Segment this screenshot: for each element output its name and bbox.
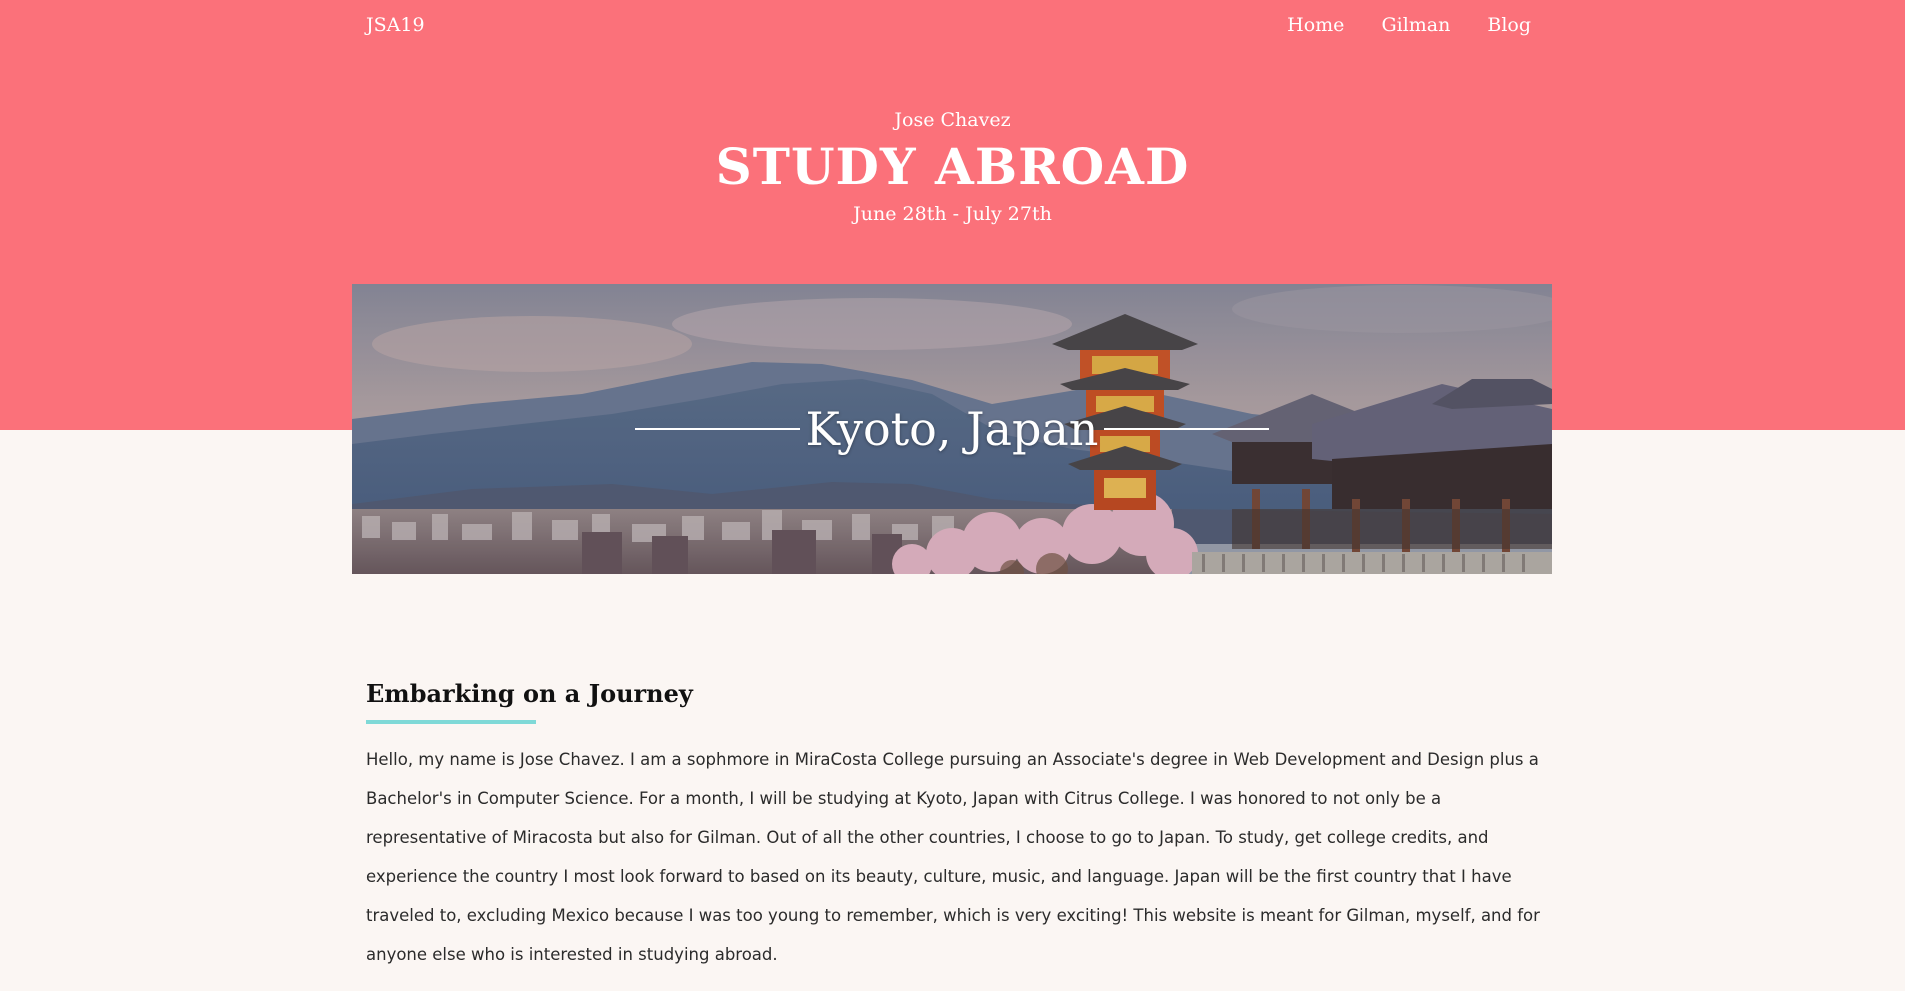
caption-rule-right: [1104, 428, 1270, 430]
page-title: STUDY ABROAD: [715, 137, 1190, 196]
page-header: Jose Chavez STUDY ABROAD June 28th - Jul…: [0, 106, 1905, 228]
intro-paragraph: Hello, my name is Jose Chavez. I am a so…: [366, 750, 1540, 964]
intro-section: Embarking on a Journey Hello, my name is…: [366, 676, 1546, 991]
location-title: Kyoto, Japan: [805, 402, 1099, 456]
top-nav: JSA19 Home Gilman Blog: [0, 0, 1905, 56]
author-name: Jose Chavez: [894, 109, 1011, 131]
section-title: Embarking on a Journey: [366, 679, 693, 708]
kyoto-banner: Kyoto, Japan: [352, 284, 1552, 574]
brand-link[interactable]: JSA19: [366, 14, 425, 36]
nav-link-home[interactable]: Home: [1287, 14, 1344, 36]
program-dates: June 28th - July 27th: [853, 203, 1052, 225]
nav-link-gilman[interactable]: Gilman: [1381, 14, 1450, 36]
caption-rule-left: [634, 428, 800, 430]
banner-caption: Kyoto, Japan: [352, 284, 1552, 574]
title-underline: [366, 720, 536, 724]
nav-link-blog[interactable]: Blog: [1487, 14, 1531, 36]
nav-links: Home Gilman Blog: [1287, 14, 1531, 36]
